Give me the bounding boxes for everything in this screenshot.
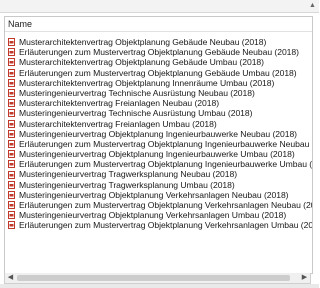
pdf-file-icon — [8, 201, 15, 210]
list-item-label: Musterarchitektenvertrag Freianlagen Neu… — [19, 98, 220, 109]
list-item[interactable]: Musteringenieurvertrag Technische Ausrüs… — [5, 88, 312, 98]
top-toolbar: ▲ — [0, 0, 319, 13]
list-item[interactable]: Musterarchitektenvertrag Freianlagen Neu… — [5, 98, 312, 108]
list-item-label: Musteringenieurvertrag Tragwerksplanung … — [19, 179, 235, 190]
list-item[interactable]: Erläuterungen zum Mustervertrag Objektpl… — [5, 47, 312, 57]
list-item-label: Musterarchitektenvertrag Objektplanung I… — [19, 77, 275, 88]
list-item-label: Erläuterungen zum Mustervertrag Objektpl… — [19, 220, 313, 231]
list-item-label: Musterarchitektenvertrag Freianlagen Umb… — [19, 118, 217, 129]
scroll-right-icon[interactable]: ▶ — [299, 273, 310, 283]
list-item-label: Erläuterungen zum Mustervertrag Objektpl… — [19, 200, 313, 210]
expand-arrow-icon[interactable]: ▲ — [308, 2, 317, 10]
list-item-label: Musterarchitektenvertrag Objektplanung G… — [19, 57, 264, 68]
file-list-panel: Name Musterarchitektenvertrag Objektplan… — [4, 16, 313, 274]
pdf-file-icon — [8, 170, 15, 179]
pdf-file-icon — [8, 99, 15, 108]
list-item-label: Musterarchitektenvertrag Objektplanung G… — [19, 37, 267, 47]
list-item[interactable]: Musteringenieurvertrag Tragwerksplanung … — [5, 169, 312, 179]
list-item[interactable]: Erläuterungen zum Mustervertrag Objektpl… — [5, 68, 312, 78]
scroll-left-icon[interactable]: ◀ — [5, 273, 16, 283]
file-list: Musterarchitektenvertrag Objektplanung G… — [5, 32, 312, 231]
list-item-label: Erläuterungen zum Mustervertrag Objektpl… — [19, 47, 299, 58]
list-item[interactable]: Erläuterungen zum Mustervertrag Objektpl… — [5, 139, 312, 149]
pdf-file-icon — [8, 38, 15, 47]
pdf-file-icon — [8, 109, 15, 118]
pdf-file-icon — [8, 180, 15, 189]
pdf-file-icon — [8, 58, 15, 67]
scrollbar-track[interactable] — [17, 275, 298, 281]
pdf-file-icon — [8, 129, 15, 138]
list-item-label: Musteringenieurvertrag Objektplanung Ing… — [19, 128, 297, 139]
scrollbar-thumb[interactable] — [17, 275, 290, 281]
pdf-file-icon — [8, 190, 15, 199]
list-item[interactable]: Musteringenieurvertrag Tragwerksplanung … — [5, 180, 312, 190]
pdf-file-icon — [8, 150, 15, 159]
list-item-label: Musteringenieurvertrag Objektplanung Ing… — [19, 149, 295, 160]
list-item-label: Musteringenieurvertrag Objektplanung Ver… — [19, 189, 289, 200]
horizontal-scrollbar[interactable]: ◀ ▶ — [4, 273, 311, 284]
list-item[interactable]: Musteringenieurvertrag Objektplanung Ing… — [5, 129, 312, 139]
pdf-file-icon — [8, 48, 15, 57]
list-item[interactable]: Erläuterungen zum Mustervertrag Objektpl… — [5, 220, 312, 230]
list-item[interactable]: Musterarchitektenvertrag Objektplanung G… — [5, 57, 312, 67]
pdf-file-icon — [8, 119, 15, 128]
pdf-file-icon — [8, 221, 15, 230]
list-item[interactable]: Erläuterungen zum Mustervertrag Objektpl… — [5, 159, 312, 169]
pdf-file-icon — [8, 139, 15, 148]
list-item[interactable]: Musterarchitektenvertrag Objektplanung G… — [5, 37, 312, 47]
status-strip — [0, 284, 319, 288]
list-item[interactable]: Musteringenieurvertrag Technische Ausrüs… — [5, 108, 312, 118]
list-item[interactable]: Musteringenieurvertrag Objektplanung Ing… — [5, 149, 312, 159]
pdf-file-icon — [8, 160, 15, 169]
pdf-file-icon — [8, 89, 15, 98]
list-item-label: Musteringenieurvertrag Technische Ausrüs… — [19, 108, 253, 119]
list-item-label: Erläuterungen zum Mustervertrag Objektpl… — [19, 138, 313, 149]
pdf-file-icon — [8, 68, 15, 77]
list-item[interactable]: Musteringenieurvertrag Objektplanung Ver… — [5, 210, 312, 220]
list-item-label: Musteringenieurvertrag Technische Ausrüs… — [19, 87, 255, 98]
list-item-label: Musteringenieurvertrag Tragwerksplanung … — [19, 169, 238, 180]
list-item[interactable]: Musterarchitektenvertrag Freianlagen Umb… — [5, 119, 312, 129]
list-item[interactable]: Erläuterungen zum Mustervertrag Objektpl… — [5, 200, 312, 210]
list-item-label: Erläuterungen zum Mustervertrag Objektpl… — [19, 159, 313, 170]
list-item[interactable]: Musterarchitektenvertrag Objektplanung I… — [5, 78, 312, 88]
column-header-name[interactable]: Name — [5, 17, 312, 32]
pdf-file-icon — [8, 211, 15, 220]
list-item[interactable]: Musteringenieurvertrag Objektplanung Ver… — [5, 190, 312, 200]
pdf-file-icon — [8, 78, 15, 87]
list-item-label: Musteringenieurvertrag Objektplanung Ver… — [19, 210, 287, 221]
list-item-label: Erläuterungen zum Mustervertrag Objektpl… — [19, 67, 297, 78]
